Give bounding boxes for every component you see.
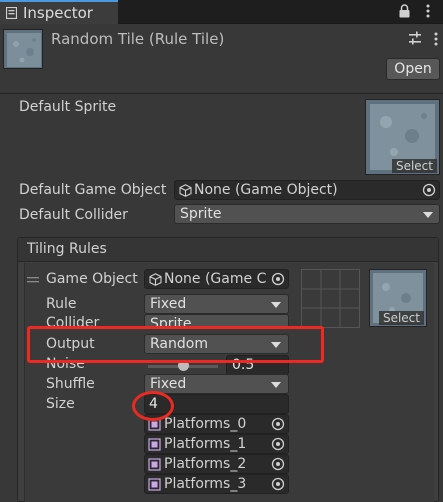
size-label: Size: [46, 396, 75, 412]
sprite-tile-icon: [148, 458, 161, 471]
default-game-object-field[interactable]: None (Game Object): [174, 180, 440, 200]
kebab-menu-icon[interactable]: [425, 3, 431, 19]
inspector-icon: [6, 7, 17, 19]
sprite-list-value: Platforms_0: [164, 416, 247, 432]
rule-sprite-field[interactable]: Select: [369, 269, 427, 327]
highlight-size-annotation: [132, 391, 174, 421]
default-collider-value: Sprite: [180, 206, 222, 222]
tab-inspector-label: Inspector: [23, 4, 93, 22]
rule-dropdown[interactable]: Fixed: [144, 294, 289, 314]
sprite-list-value: Platforms_1: [164, 436, 247, 452]
rule-sprite-select-button[interactable]: Select: [378, 311, 424, 325]
object-picker-icon[interactable]: [271, 417, 285, 431]
default-game-object-value: None (Game Object): [194, 182, 338, 198]
lock-icon[interactable]: [398, 4, 411, 18]
preset-settings-icon[interactable]: [408, 31, 426, 47]
default-sprite-label: Default Sprite: [19, 99, 117, 115]
shuffle-dropdown[interactable]: Fixed: [144, 374, 289, 394]
sprite-select-button[interactable]: Select: [391, 159, 437, 173]
chevron-down-icon: [271, 302, 281, 308]
kebab-menu-icon[interactable]: [433, 31, 439, 47]
rule-game-object-value: None (Game C: [164, 271, 267, 287]
rule-game-object-label: Game Object: [46, 271, 138, 287]
sprite-list-item[interactable]: Platforms_3: [144, 474, 289, 494]
sprite-tile-icon: [148, 438, 161, 451]
sprite-list-value: Platforms_2: [164, 456, 247, 472]
object-picker-icon[interactable]: [271, 477, 285, 491]
default-collider-dropdown[interactable]: Sprite: [174, 204, 440, 224]
rule-game-object-field[interactable]: None (Game C: [144, 269, 289, 289]
tiling-rules-title: Tiling Rules: [27, 241, 107, 257]
drag-handle-icon[interactable]: [27, 276, 39, 284]
sprite-list-item[interactable]: Platforms_2: [144, 454, 289, 474]
sprite-list-value: Platforms_3: [164, 476, 247, 492]
asset-thumbnail: [3, 29, 43, 69]
default-game-object-label: Default Game Object: [19, 182, 167, 198]
asset-title: Random Tile (Rule Tile): [51, 30, 225, 48]
open-button[interactable]: Open: [386, 58, 440, 80]
highlight-output-annotation: [27, 326, 324, 363]
neighbor-grid-icon[interactable]: [301, 269, 360, 328]
default-collider-label: Default Collider: [19, 207, 128, 223]
cube-icon: [179, 184, 192, 197]
tab-inspector[interactable]: Inspector: [0, 0, 118, 24]
object-picker-icon[interactable]: [422, 183, 436, 197]
sprite-tile-icon: [148, 478, 161, 491]
shuffle-label: Shuffle: [46, 376, 95, 392]
default-sprite-field[interactable]: Select: [365, 99, 440, 175]
cube-icon: [149, 273, 162, 286]
object-picker-icon[interactable]: [271, 272, 285, 286]
chevron-down-icon: [271, 382, 281, 388]
object-picker-icon[interactable]: [271, 457, 285, 471]
chevron-down-icon: [423, 212, 433, 218]
rule-value: Fixed: [150, 296, 187, 312]
sprite-list-item[interactable]: Platforms_1: [144, 434, 289, 454]
divider: [0, 93, 443, 94]
object-picker-icon[interactable]: [271, 437, 285, 451]
rule-label: Rule: [46, 296, 77, 312]
